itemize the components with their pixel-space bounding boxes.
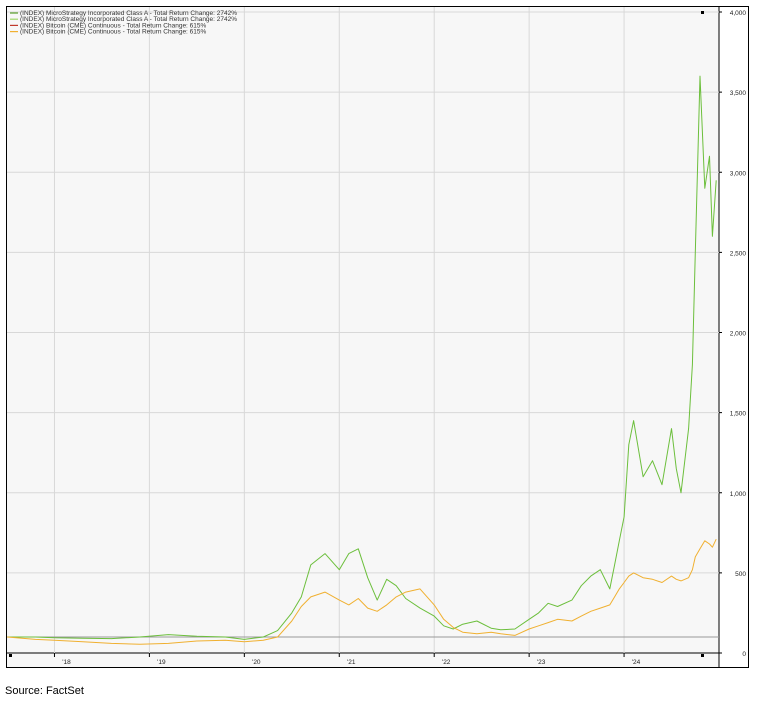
y-tick-label: 1,000 — [730, 491, 747, 498]
y-tick-label: 3,500 — [730, 90, 747, 97]
y-tick-label: 500 — [735, 571, 746, 578]
x-tick-label: '21 — [347, 659, 356, 666]
y-tick-label: 1,500 — [730, 411, 747, 418]
x-tick-label: '24 — [632, 659, 641, 666]
x-tick-label: '23 — [537, 659, 546, 666]
source-note: Source: FactSet — [5, 685, 84, 697]
y-tick-label: 4,000 — [730, 10, 747, 17]
y-tick-label: 2,000 — [730, 331, 747, 338]
x-tick-label: '18 — [62, 659, 71, 666]
x-tick-label: '22 — [442, 659, 451, 666]
x-tick-label: '19 — [157, 659, 166, 666]
y-tick-label: 3,000 — [730, 170, 747, 177]
corner-marker-top-right — [701, 11, 704, 14]
legend: (INDEX) MicroStrategy Incorporated Class… — [10, 10, 237, 36]
y-tick-label: 0 — [742, 651, 746, 658]
x-tick-label: '20 — [252, 659, 261, 666]
plot-background — [7, 7, 719, 667]
y-tick-label: 2,500 — [730, 250, 747, 257]
corner-marker-bottom-left — [9, 654, 12, 657]
legend-label: (INDEX) Bitcoin (CME) Continuous - Total… — [20, 29, 207, 36]
chart-svg: 0 500 1,000 1,500 2,000 2,500 3,000 3,500 4,000 '… — [7, 7, 748, 667]
chart-frame: 0 500 1,000 1,500 2,000 2,500 3,000 3,500 4,000 '… — [6, 6, 749, 668]
corner-marker-bottom-right — [701, 654, 704, 657]
